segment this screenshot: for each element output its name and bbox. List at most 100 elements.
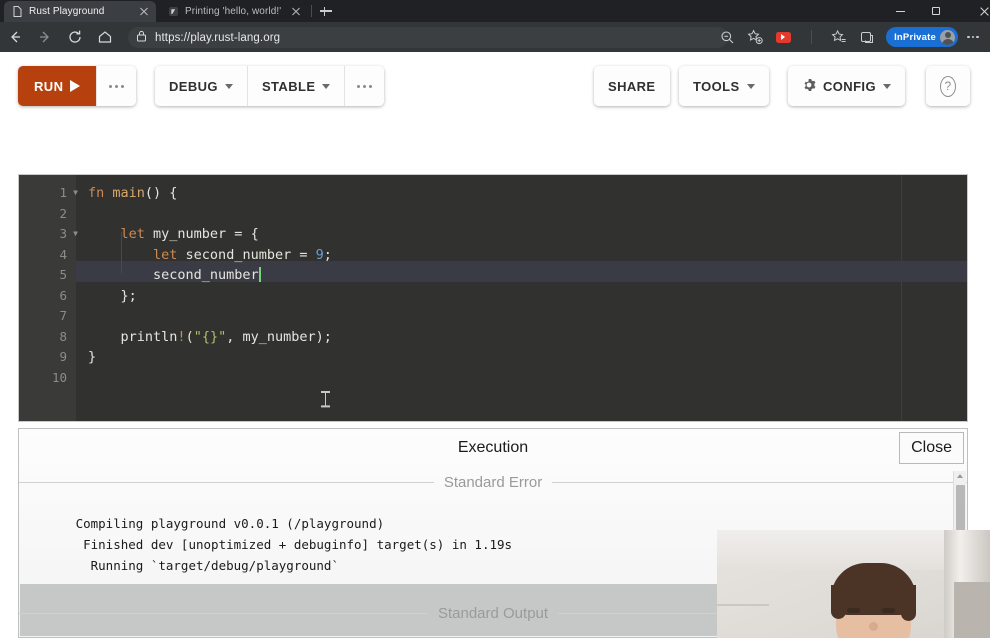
standard-error-divider: Standard Error <box>19 469 967 495</box>
code-area[interactable]: fn main() { let my_number = { let second… <box>76 175 967 421</box>
back-arrow-icon[interactable] <box>0 22 30 52</box>
webcam-hair-right <box>901 585 916 621</box>
collections-icon[interactable] <box>826 24 852 50</box>
run-label: RUN <box>34 79 63 94</box>
close-icon[interactable] <box>138 6 150 18</box>
code-token: () { <box>145 185 178 201</box>
playground-toolbar: RUN DEBUG STABLE <box>0 52 990 122</box>
debug-mode-button[interactable]: DEBUG <box>155 66 247 106</box>
code-token: , my_number); <box>226 329 332 345</box>
close-execution-button[interactable]: Close <box>899 432 964 464</box>
code-token: main <box>112 185 145 201</box>
close-icon[interactable] <box>290 6 302 18</box>
zoom-search-icon[interactable] <box>714 24 740 50</box>
new-tab-button[interactable] <box>318 3 334 19</box>
gear-icon <box>802 78 816 95</box>
text-caret <box>259 267 261 282</box>
code-token: 9 <box>316 247 324 263</box>
line-number: 1▼ <box>59 183 67 204</box>
code-token: second_number <box>88 267 259 283</box>
navigation-bar: https://play.rust-lang.org <box>0 22 990 52</box>
forward-arrow-icon[interactable] <box>30 22 60 52</box>
mouse-ibeam-cursor <box>321 391 330 407</box>
tab-easy-rust[interactable]: Printing 'hello, world!' - Easy Rus <box>160 1 308 22</box>
fold-toggle-icon[interactable]: ▼ <box>73 183 78 204</box>
line-number: 6 <box>59 286 67 307</box>
run-button-group: RUN <box>18 66 136 106</box>
star-add-icon[interactable] <box>742 24 768 50</box>
tab-divider <box>311 5 312 17</box>
config-group: CONFIG <box>788 66 905 106</box>
tab-strip: Rust Playground Printing 'hello, world!'… <box>0 0 990 22</box>
run-more-button[interactable] <box>96 66 136 106</box>
extension-red-icon[interactable] <box>770 24 796 50</box>
code-line: fn main() { <box>88 183 177 204</box>
divider-line <box>19 613 428 614</box>
debug-label: DEBUG <box>169 79 218 94</box>
screen: Rust Playground Printing 'hello, world!'… <box>0 0 990 638</box>
code-editor[interactable]: fn main() { let my_number = { let second… <box>18 174 968 422</box>
run-button[interactable]: RUN <box>18 66 96 106</box>
minimize-button[interactable] <box>882 0 918 22</box>
rust-playground-page: RUN DEBUG STABLE <box>0 52 990 638</box>
more-dots-icon[interactable] <box>960 24 986 50</box>
divider-line <box>19 482 434 483</box>
line-number: 7 <box>59 306 67 327</box>
divider-line <box>552 482 967 483</box>
line-number: 8 <box>59 327 67 348</box>
build-more-button[interactable] <box>344 66 384 106</box>
tab-title: Rust Playground <box>29 6 132 17</box>
code-token <box>88 226 121 242</box>
scroll-up-arrow-icon[interactable] <box>957 474 963 478</box>
address-bar[interactable]: https://play.rust-lang.org <box>128 27 728 48</box>
book-icon <box>168 6 179 17</box>
share-group: SHARE <box>594 66 670 106</box>
inprivate-profile-button[interactable]: InPrivate <box>886 27 958 47</box>
code-token <box>88 329 121 345</box>
execution-header: Execution Close <box>19 429 967 469</box>
address-url: https://play.rust-lang.org <box>155 32 280 44</box>
code-token: fn <box>88 185 112 201</box>
tab-rust-playground[interactable]: Rust Playground <box>4 1 156 22</box>
fold-toggle-icon[interactable]: ▼ <box>73 224 78 245</box>
share-button[interactable]: SHARE <box>594 66 670 106</box>
code-line: second_number <box>88 265 261 286</box>
tab-title: Printing 'hello, world!' - Easy Rus <box>185 6 284 17</box>
webcam-eye-right <box>882 608 895 613</box>
line-number: 2 <box>59 204 67 225</box>
tools-button[interactable]: TOOLS <box>679 66 769 106</box>
channel-button[interactable]: STABLE <box>247 66 344 106</box>
line-number-gutter: 1▼23▼45678910 <box>19 175 76 421</box>
toolbar-divider <box>798 24 824 50</box>
standard-error-label: Standard Error <box>444 474 542 491</box>
more-dots-icon <box>109 85 124 88</box>
build-options-group: DEBUG STABLE <box>155 66 384 106</box>
share-label: SHARE <box>608 79 656 94</box>
lock-icon <box>136 29 147 47</box>
code-token: println <box>121 329 178 345</box>
more-dots-icon <box>357 85 372 88</box>
chevron-down-icon <box>322 84 330 89</box>
split-screen-icon[interactable] <box>854 24 880 50</box>
maximize-button[interactable] <box>918 0 954 22</box>
reload-icon[interactable] <box>60 22 90 52</box>
webcam-eyebrow-right <box>881 600 897 603</box>
print-margin-ruler <box>901 175 902 421</box>
code-token: ; <box>324 247 332 263</box>
code-token: ! <box>177 329 185 345</box>
home-icon[interactable] <box>90 22 120 52</box>
help-button[interactable]: ? <box>926 66 970 106</box>
close-window-button[interactable] <box>954 0 990 22</box>
code-line: println!("{}", my_number); <box>88 327 332 348</box>
config-label: CONFIG <box>823 79 876 94</box>
config-button[interactable]: CONFIG <box>788 66 905 106</box>
webcam-nose <box>869 622 878 631</box>
execution-title: Execution <box>19 439 967 457</box>
code-token: "{}" <box>194 329 227 345</box>
code-token: } <box>88 349 96 365</box>
chevron-down-icon <box>747 84 755 89</box>
code-token: }; <box>88 288 137 304</box>
avatar <box>940 30 955 45</box>
line-number: 4 <box>59 245 67 266</box>
standard-output-label: Standard Output <box>438 605 548 622</box>
